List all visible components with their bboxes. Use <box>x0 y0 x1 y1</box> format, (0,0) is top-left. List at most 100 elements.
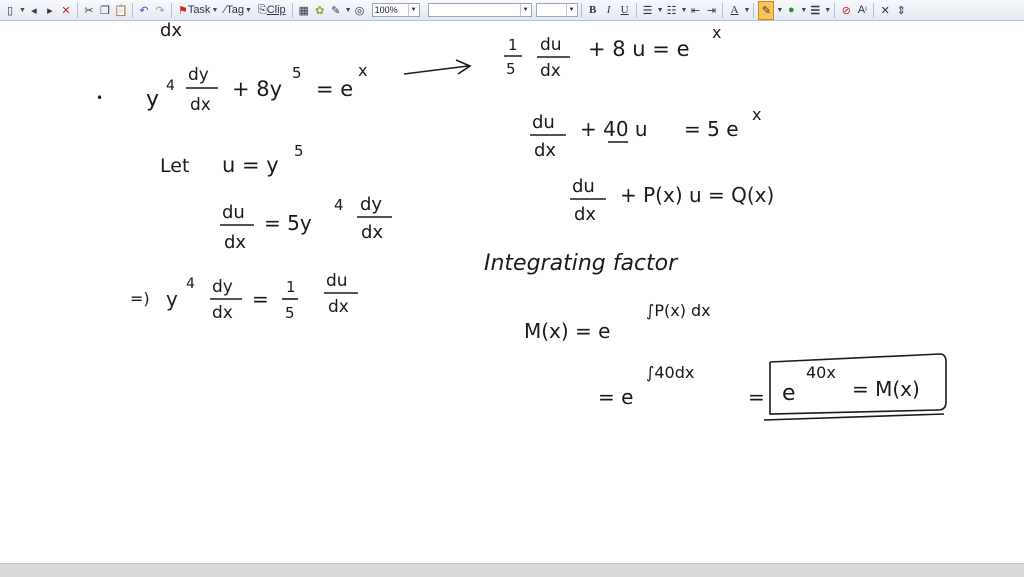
r3-rest: + P(x) u = Q(x) <box>620 183 774 207</box>
eq1-rhs-exp: x <box>358 61 367 80</box>
deriv-num: du <box>222 202 245 223</box>
outdent-icon[interactable]: ⇤ <box>688 2 702 19</box>
separator <box>834 2 836 18</box>
r1-exp: x <box>712 23 721 42</box>
let-word: Let <box>160 155 189 177</box>
chevron-down-icon[interactable]: ▼ <box>657 7 664 14</box>
note-canvas[interactable]: dx • y 4 dy dx + 8y 5 = e x Let u = y 5 … <box>0 20 1024 562</box>
r6-exp: ∫40dx <box>646 363 694 382</box>
chevron-down-icon: ▼ <box>244 6 252 14</box>
horizontal-scrollbar[interactable] <box>0 563 1024 577</box>
pen-color-icon[interactable]: ✎ <box>758 0 775 20</box>
separator <box>76 2 78 18</box>
separator <box>291 2 293 18</box>
chevron-down-icon[interactable]: ▼ <box>800 7 807 14</box>
implies-one: 1 <box>286 278 296 296</box>
numbering-icon[interactable]: ☷ <box>665 2 679 19</box>
r2-exp: x <box>752 105 761 124</box>
tag-button[interactable]: ∕ Tag ▼ <box>222 2 254 19</box>
toolbar: ▯ ▼ ◂ ▸ ✕ ✂ ❐ 📋 ↶ ↷ ⚑ Task ▼ ∕ Tag ▼ ⎘ Clip ▦… <box>0 0 1024 21</box>
let-exp: 5 <box>294 142 304 160</box>
separator <box>635 2 637 18</box>
separator <box>722 2 724 18</box>
implies-num2: du <box>326 271 348 291</box>
clip-button[interactable]: ⎘ Clip <box>256 2 288 19</box>
table-icon[interactable]: ▦ <box>297 2 311 19</box>
chevron-down-icon[interactable]: ▼ <box>19 7 26 14</box>
r1-one: 1 <box>508 36 518 54</box>
handwritten-notes: dx • y 4 dy dx + 8y 5 = e x Let u = y 5 … <box>96 20 947 421</box>
separator <box>873 2 875 18</box>
new-page-icon[interactable]: ▯ <box>3 2 17 19</box>
answer-underline <box>763 413 945 421</box>
italic-button[interactable]: I <box>602 2 616 19</box>
tag-label: Tag <box>226 4 244 16</box>
separator <box>753 2 755 18</box>
eq1-lhs: y <box>146 87 159 112</box>
integrating-factor-label: Integrating factor <box>484 251 679 276</box>
paste-icon[interactable]: 📋 <box>114 2 128 19</box>
eq1-frac-num: dy <box>188 65 209 85</box>
forward-icon[interactable]: ▸ <box>43 2 57 19</box>
close-icon[interactable]: ✕ <box>878 2 892 19</box>
deriv-num2: dy <box>360 194 382 215</box>
eq1-rest-exp: 5 <box>292 64 302 82</box>
implies-five: 5 <box>285 304 295 322</box>
highlighter-icon[interactable]: ● <box>784 2 798 19</box>
chevron-down-icon[interactable]: ▼ <box>681 7 688 14</box>
undo-icon[interactable]: ↶ <box>137 2 151 19</box>
indent-icon[interactable]: ⇥ <box>704 2 718 19</box>
chevron-down-icon[interactable]: ▼ <box>776 7 783 14</box>
chevron-down-icon: ▼ <box>407 4 419 16</box>
bullets-icon[interactable]: ☰ <box>641 2 655 19</box>
implies-den: dx <box>212 303 233 323</box>
deriv-eq: = 5y <box>264 211 312 235</box>
bullet-dot: • <box>96 91 103 105</box>
implies-lhs: y <box>166 287 178 311</box>
clip-icon: ⎘ <box>257 3 267 16</box>
deriv-den2: dx <box>361 222 383 243</box>
bold-button[interactable]: B <box>586 2 600 19</box>
underline-button[interactable]: U <box>618 2 632 19</box>
flag-icon: ⚑ <box>177 4 188 17</box>
copy-icon[interactable]: ❐ <box>98 2 112 19</box>
font-select[interactable]: ▼ <box>427 3 532 17</box>
pen-tool-icon[interactable]: ✎ <box>329 2 343 19</box>
r3-num: du <box>572 176 595 197</box>
zoom-select[interactable]: 100% ▼ <box>371 3 420 17</box>
partial-dx: dx <box>160 22 182 41</box>
r1-num: du <box>540 35 562 55</box>
r1-rest: + 8 u = e <box>588 37 689 61</box>
chevron-down-icon[interactable]: ▼ <box>743 7 750 14</box>
boxed-e: e <box>782 381 796 406</box>
task-button[interactable]: ⚑ Task ▼ <box>176 2 220 19</box>
lasso-icon[interactable]: ⊘ <box>839 2 853 19</box>
implies-exp: 4 <box>186 276 195 292</box>
redo-icon[interactable]: ↷ <box>153 2 167 19</box>
font-size-select[interactable]: ▼ <box>535 3 578 17</box>
r1-five: 5 <box>506 60 516 78</box>
eq1-lhs-exp: 4 <box>166 78 175 94</box>
back-icon[interactable]: ◂ <box>27 2 41 19</box>
zoom-value: 100% <box>374 5 398 15</box>
chevron-down-icon[interactable]: ▼ <box>824 7 831 14</box>
zoom-tool-icon[interactable]: ◎ <box>353 2 367 19</box>
insert-space-icon[interactable]: ⇕ <box>894 2 908 19</box>
r3-den: dx <box>574 204 596 225</box>
delete-icon[interactable]: ✕ <box>59 2 73 19</box>
r2-rest: + 40 u <box>580 117 648 141</box>
chevron-down-icon[interactable]: ▼ <box>345 7 352 14</box>
separator <box>580 2 582 18</box>
r2-den: dx <box>534 140 556 161</box>
r5-lhs: M(x) = e <box>524 319 610 343</box>
chevron-down-icon: ▼ <box>519 4 531 16</box>
line-style-icon[interactable]: ☰ <box>808 2 822 19</box>
separator <box>131 2 133 18</box>
cut-icon[interactable]: ✂ <box>82 2 96 19</box>
font-color-icon[interactable]: A <box>727 2 741 19</box>
implies-eq: = <box>252 287 269 311</box>
insert-icon[interactable]: ✿ <box>313 2 327 19</box>
boxed-exp: 40x <box>806 363 836 382</box>
text-size-icon[interactable]: AI <box>855 2 869 19</box>
let-expr: u = y <box>222 153 279 177</box>
